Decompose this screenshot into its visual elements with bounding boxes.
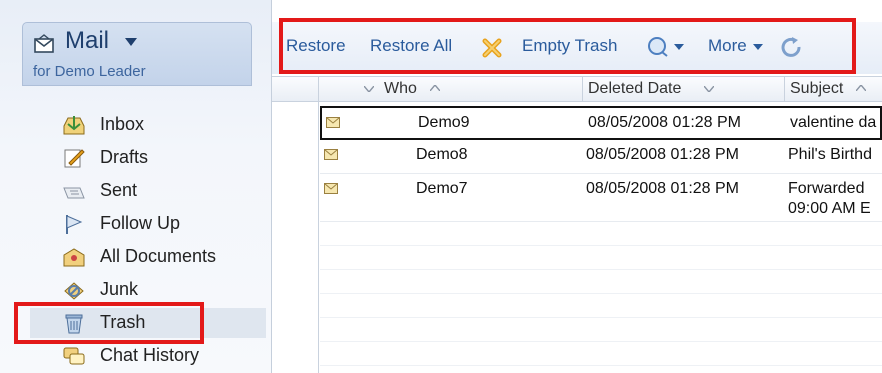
follow-up-flag-icon: [66, 215, 83, 234]
row-deleted-date: 08/05/2008 01:28 PM: [586, 146, 740, 163]
all-documents-icon: [63, 248, 85, 267]
column-separator[interactable]: [784, 77, 785, 101]
chevron-down-icon[interactable]: [125, 38, 137, 46]
message-list-header: Who Deleted Date Subject: [272, 76, 882, 102]
empty-row: [320, 294, 882, 318]
envelope-icon: [324, 183, 338, 194]
sidebar-item-drafts[interactable]: Drafts: [62, 143, 268, 173]
trash-highlight-box: [14, 302, 204, 344]
sort-ascending-icon[interactable]: [430, 85, 440, 91]
column-separator[interactable]: [582, 77, 583, 101]
empty-row: [320, 270, 882, 294]
envelope-icon: [326, 117, 340, 128]
row-who: Demo8: [416, 146, 468, 163]
sidebar-item-sent[interactable]: Sent: [62, 176, 268, 206]
sidebar-item-chat-history[interactable]: Chat History: [62, 341, 268, 371]
inbox-icon: [63, 116, 85, 135]
grid-divider: [318, 76, 319, 373]
sidebar-item-label: All Documents: [100, 246, 217, 266]
sidebar-item-label: Drafts: [100, 147, 149, 167]
column-header-subject[interactable]: Subject: [790, 77, 843, 101]
column-header-who[interactable]: Who: [384, 77, 417, 101]
empty-row: [320, 222, 882, 246]
sort-ascending-icon[interactable]: [856, 85, 866, 91]
mail-header[interactable]: Mail for Demo Leader: [22, 22, 252, 86]
envelope-icon: [34, 34, 54, 53]
sent-icon: [63, 187, 85, 199]
chevron-down-icon[interactable]: [364, 86, 374, 92]
row-who: Demo7: [416, 180, 468, 197]
sidebar-item-label: Junk: [100, 279, 139, 299]
chat-history-icon: [63, 347, 85, 365]
table-row[interactable]: Demo8 08/05/2008 01:28 PM Phil's Birthd: [320, 140, 882, 174]
row-subject-line-2: 09:00 AM E: [788, 200, 871, 217]
row-subject: Phil's Birthd: [788, 146, 872, 163]
sidebar-item-label: Chat History: [100, 345, 200, 365]
message-list: Demo9 08/05/2008 01:28 PM valentine da D…: [272, 102, 882, 373]
sidebar-item-inbox[interactable]: Inbox: [62, 110, 268, 140]
sort-descending-icon[interactable]: [704, 86, 714, 92]
row-subject: valentine da: [790, 114, 877, 131]
sidebar-item-label: Inbox: [100, 114, 145, 134]
row-deleted-date: 08/05/2008 01:28 PM: [588, 114, 742, 131]
empty-row: [320, 246, 882, 270]
drafts-icon: [64, 149, 85, 168]
mail-account-subtitle: for Demo Leader: [33, 63, 146, 80]
sidebar-item-label: Sent: [100, 180, 138, 200]
sidebar-item-follow-up[interactable]: Follow Up: [62, 209, 268, 239]
toolbar-highlight-box: [279, 18, 856, 74]
sidebar-item-all-documents[interactable]: All Documents: [62, 242, 268, 272]
envelope-icon: [324, 149, 338, 160]
row-subject: Forwarded: [788, 180, 865, 197]
empty-row: [320, 342, 882, 366]
table-row[interactable]: Demo7 08/05/2008 01:28 PM Forwarded 09:0…: [320, 174, 882, 222]
row-deleted-date: 08/05/2008 01:28 PM: [586, 180, 740, 197]
junk-icon: [64, 282, 84, 300]
row-who: Demo9: [418, 114, 470, 131]
empty-row: [320, 318, 882, 342]
sidebar-item-label: Follow Up: [100, 213, 181, 233]
mail-title[interactable]: Mail: [65, 27, 109, 55]
sidebar-item-junk[interactable]: Junk: [62, 275, 268, 305]
column-header-deleted-date[interactable]: Deleted Date: [588, 77, 681, 101]
table-row[interactable]: Demo9 08/05/2008 01:28 PM valentine da: [320, 106, 882, 140]
